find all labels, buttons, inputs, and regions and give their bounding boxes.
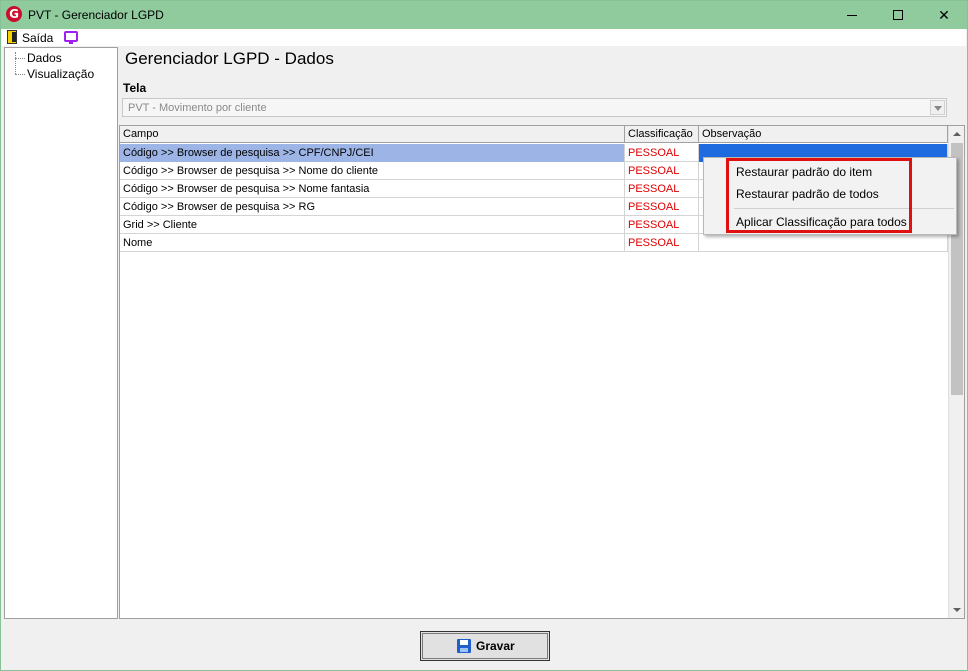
column-header-observacao[interactable]: Observação [699, 126, 948, 143]
tela-select-value: PVT - Movimento por cliente [128, 102, 267, 114]
exit-door-icon[interactable] [7, 30, 17, 44]
window-title: PVT - Gerenciador LGPD [28, 8, 164, 22]
table-row[interactable]: Nome PESSOAL [120, 234, 948, 252]
chevron-down-icon[interactable] [930, 100, 945, 115]
cell-classificacao[interactable]: PESSOAL [625, 144, 699, 162]
cell-campo[interactable]: Grid >> Cliente [120, 216, 625, 234]
scroll-up-icon[interactable] [949, 126, 965, 142]
cell-campo[interactable]: Código >> Browser de pesquisa >> CPF/CNP… [120, 144, 625, 162]
minimize-icon [847, 14, 857, 16]
cell-classificacao[interactable]: PESSOAL [625, 234, 699, 252]
cell-campo[interactable]: Código >> Browser de pesquisa >> RG [120, 198, 625, 216]
gravar-button-label: Gravar [476, 639, 515, 653]
maximize-icon [893, 10, 903, 20]
gravar-button[interactable]: Gravar [420, 631, 550, 661]
column-header-classificacao[interactable]: Classificação [625, 126, 699, 143]
cell-classificacao[interactable]: PESSOAL [625, 198, 699, 216]
close-icon: ✕ [938, 6, 950, 23]
annotation-highlight-box [726, 158, 912, 233]
cell-classificacao[interactable]: PESSOAL [625, 216, 699, 234]
cell-campo[interactable]: Código >> Browser de pesquisa >> Nome fa… [120, 180, 625, 198]
tree-item-label: Visualização [27, 67, 95, 81]
close-button[interactable]: ✕ [921, 1, 967, 29]
title-bar: G PVT - Gerenciador LGPD ✕ [1, 1, 967, 29]
navigation-tree: Dados Visualização [4, 47, 118, 619]
app-window: G PVT - Gerenciador LGPD ✕ Saída Dados V… [0, 0, 968, 671]
tree-connector [15, 52, 16, 74]
cell-observacao[interactable] [699, 234, 948, 252]
app-logo-icon: G [6, 6, 22, 22]
save-disk-icon [457, 639, 471, 653]
cell-classificacao[interactable]: PESSOAL [625, 162, 699, 180]
cell-campo[interactable]: Nome [120, 234, 625, 252]
tela-label: Tela [123, 81, 147, 95]
monitor-icon[interactable] [64, 31, 78, 44]
maximize-button[interactable] [875, 1, 921, 29]
page-title: Gerenciador LGPD - Dados [125, 49, 334, 68]
grid-header: Campo Classificação Observação [120, 126, 948, 143]
cell-campo[interactable]: Código >> Browser de pesquisa >> Nome do… [120, 162, 625, 180]
scroll-down-icon[interactable] [949, 602, 965, 618]
tela-select[interactable]: PVT - Movimento por cliente [122, 98, 947, 117]
minimize-button[interactable] [829, 1, 875, 29]
menu-saida[interactable]: Saída [22, 31, 53, 45]
cell-classificacao[interactable]: PESSOAL [625, 180, 699, 198]
menu-bar: Saída [2, 29, 966, 46]
column-header-campo[interactable]: Campo [120, 126, 625, 143]
tree-item-label: Dados [27, 51, 62, 65]
